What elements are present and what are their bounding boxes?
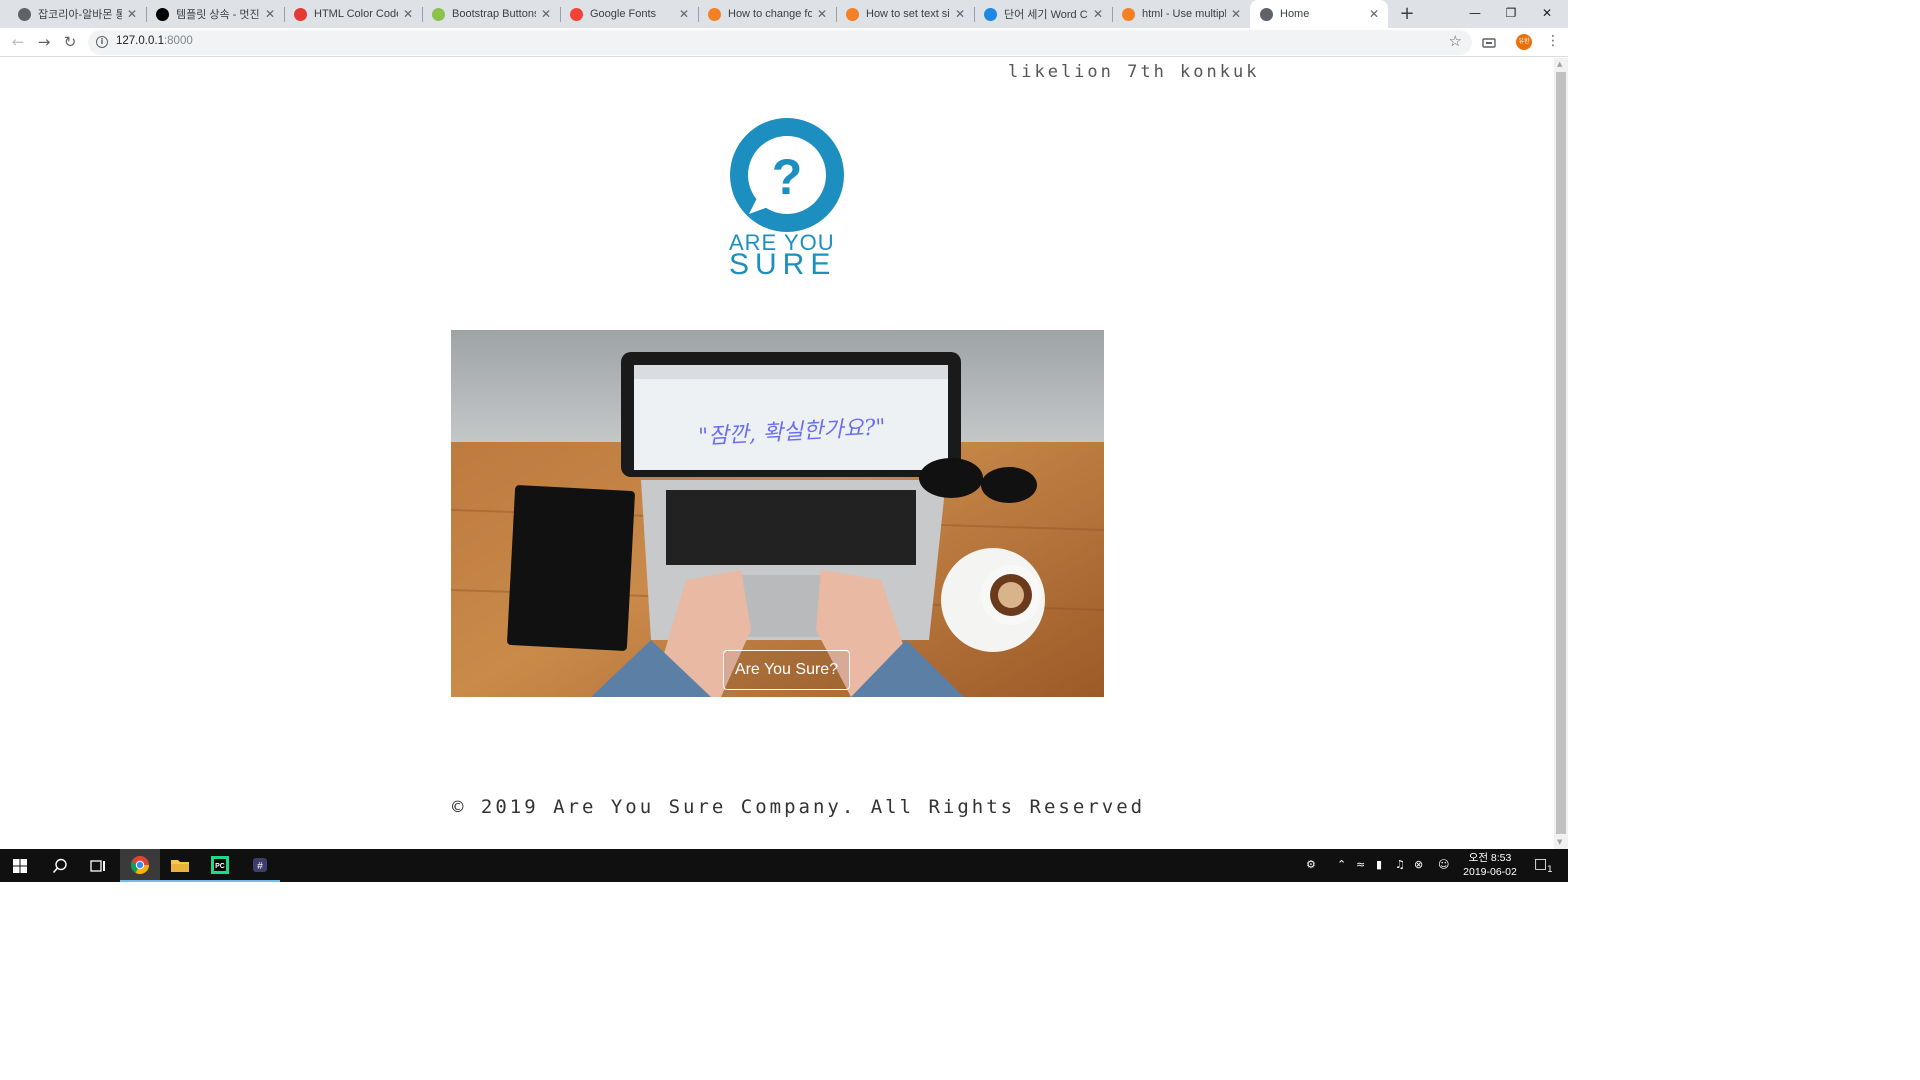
- close-tab-icon[interactable]: ✕: [265, 7, 275, 21]
- ime-icon[interactable]: ☺: [1438, 858, 1449, 871]
- cast-icon[interactable]: [1480, 34, 1498, 52]
- people-icon[interactable]: ⚙: [1306, 858, 1316, 871]
- slack-icon[interactable]: #: [240, 849, 280, 882]
- close-tab-icon[interactable]: ✕: [679, 7, 689, 21]
- stackoverflow-icon: [708, 7, 721, 21]
- tab-title: Google Fonts: [590, 8, 657, 20]
- taskbar-clock[interactable]: 오전 8:53 2019-06-02: [1458, 851, 1522, 879]
- browser-tab[interactable]: How to set text siz ✕: [836, 0, 975, 28]
- scroll-down-icon[interactable]: ▼: [1557, 838, 1562, 846]
- svg-text:?: ?: [772, 149, 803, 205]
- close-tab-icon[interactable]: ✕: [955, 7, 965, 21]
- laptop-desk-photo: [451, 330, 1104, 697]
- browser-tab[interactable]: 잡코리아-알바몬 통 ✕: [8, 0, 147, 28]
- tab-title: How to change for: [728, 8, 812, 20]
- new-tab-button[interactable]: +: [1396, 3, 1418, 25]
- hero-image: "잠깐, 확실한가요?" Are You Sure?: [451, 330, 1104, 697]
- footer-copyright: © 2019 Are You Sure Company. All Rights …: [452, 796, 1146, 818]
- are-you-sure-button[interactable]: Are You Sure?: [723, 650, 850, 690]
- info-icon[interactable]: i: [96, 36, 108, 48]
- close-tab-icon[interactable]: ✕: [1369, 7, 1379, 21]
- clock-date: 2019-06-02: [1463, 866, 1517, 878]
- tab-strip: 잡코리아-알바몬 통 ✕ 템플릿 상속 - 멋진 ✕ HTML Color Codes ✕…: [0, 0, 1568, 28]
- clock-time: 오전 8:53: [1468, 852, 1512, 864]
- scroll-up-icon[interactable]: ▲: [1557, 60, 1562, 68]
- browser-tab[interactable]: HTML Color Codes ✕: [284, 0, 423, 28]
- windows-start-icon[interactable]: [0, 849, 40, 882]
- search-icon[interactable]: [40, 849, 80, 882]
- chrome-taskbar-icon[interactable]: [120, 849, 160, 882]
- tab-title: How to set text siz: [866, 8, 950, 20]
- page-scrollbar[interactable]: ▲ ▼: [1554, 58, 1568, 849]
- tab-title: html - Use multipl: [1142, 8, 1226, 20]
- browser-toolbar: ← → ↻ i 127.0.0.1:8000 ☆: [0, 28, 1568, 57]
- chevron-up-icon[interactable]: ⌃: [1337, 858, 1346, 871]
- close-tab-icon[interactable]: ✕: [403, 7, 413, 21]
- volume-icon[interactable]: ♫: [1395, 858, 1405, 871]
- w3-icon: [432, 7, 445, 21]
- file-explorer-icon[interactable]: [160, 849, 200, 882]
- browser-tab[interactable]: 단어 세기 Word Co ✕: [974, 0, 1113, 28]
- web-page: likelion 7th konkuk ? ARE YOU SURE "잠깐, …: [0, 58, 1554, 849]
- browser-tab[interactable]: 템플릿 상속 - 멋진 ✕: [146, 0, 285, 28]
- stackoverflow-icon: [1122, 7, 1135, 21]
- windows-taskbar: PC # ⚙ ⌃ ≈ ▮ ♫ ⊗ ☺ 오전 8:53 2019-06-02 □ …: [0, 849, 1568, 882]
- task-view-icon[interactable]: [78, 849, 118, 882]
- stackoverflow-icon: [846, 7, 859, 21]
- google-fonts-icon: [570, 7, 583, 21]
- close-tab-icon[interactable]: ✕: [1231, 7, 1241, 21]
- logo-text-line2: SURE: [729, 248, 837, 281]
- reload-icon[interactable]: ↻: [60, 32, 80, 52]
- tab-title: 잡코리아-알바몬 통: [38, 9, 122, 21]
- tab-title: 템플릿 상속 - 멋진: [176, 9, 260, 21]
- close-window-button[interactable]: ✕: [1524, 0, 1570, 28]
- globe-icon: [1260, 7, 1273, 21]
- pycharm-icon[interactable]: PC: [200, 849, 240, 882]
- close-tab-icon[interactable]: ✕: [1093, 7, 1103, 21]
- profile-avatar[interactable]: 유환: [1516, 34, 1532, 50]
- browser-tab[interactable]: Google Fonts ✕: [560, 0, 699, 28]
- close-tab-icon[interactable]: ✕: [817, 7, 827, 21]
- color-wheel-icon: [294, 7, 307, 21]
- tab-title: Bootstrap Buttons: [452, 8, 536, 20]
- circle-icon: [156, 7, 169, 21]
- close-tab-icon[interactable]: ✕: [127, 7, 137, 21]
- scrollbar-thumb[interactable]: [1556, 72, 1566, 834]
- browser-tab[interactable]: Bootstrap Buttons ✕: [422, 0, 561, 28]
- browser-tab[interactable]: How to change for ✕: [698, 0, 837, 28]
- address-bar[interactable]: i 127.0.0.1:8000 ☆: [88, 30, 1472, 55]
- tab-title: HTML Color Codes: [314, 8, 398, 20]
- tab-title: Home: [1280, 8, 1310, 20]
- url-text[interactable]: 127.0.0.1:8000: [116, 35, 193, 47]
- svg-text:#: #: [257, 861, 263, 872]
- brand-text: likelion 7th konkuk: [1008, 62, 1260, 82]
- wordcounter-icon: [984, 7, 997, 21]
- forward-arrow-icon[interactable]: →: [34, 32, 54, 52]
- svg-text:PC: PC: [215, 863, 225, 870]
- back-arrow-icon[interactable]: ←: [8, 32, 28, 52]
- bookmark-star-icon[interactable]: ☆: [1449, 32, 1462, 50]
- notification-icon[interactable]: □: [1534, 856, 1547, 872]
- browser-tab[interactable]: html - Use multipl ✕: [1112, 0, 1251, 28]
- tab-title: 단어 세기 Word Co: [1004, 9, 1088, 21]
- network-off-icon[interactable]: ⊗: [1414, 858, 1423, 871]
- browser-tab[interactable]: Home ✕: [1250, 0, 1388, 28]
- wifi-icon[interactable]: ≈: [1356, 858, 1365, 871]
- close-tab-icon[interactable]: ✕: [541, 7, 551, 21]
- menu-kebab-icon[interactable]: ⋮: [1546, 33, 1560, 49]
- battery-icon[interactable]: ▮: [1376, 858, 1382, 871]
- globe-icon: [18, 7, 31, 21]
- notification-count: 1: [1547, 865, 1553, 875]
